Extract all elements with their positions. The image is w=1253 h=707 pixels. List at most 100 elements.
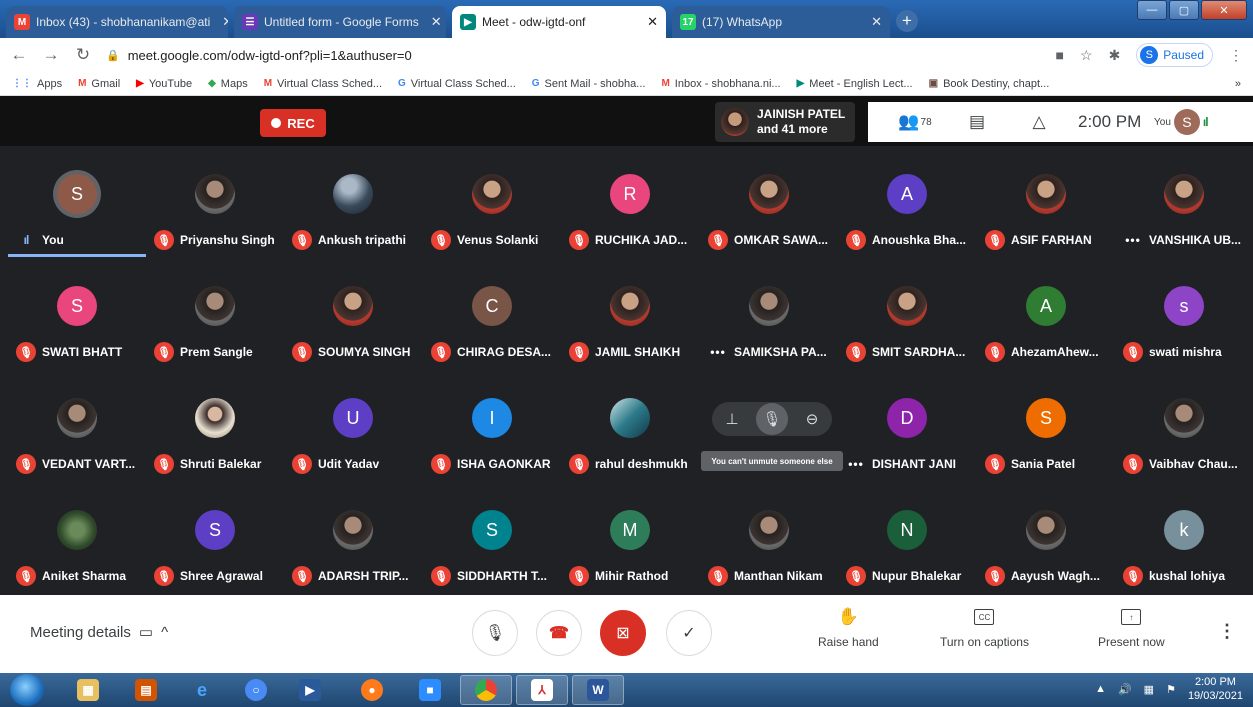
- volume-icon[interactable]: 🔊: [1118, 683, 1132, 696]
- leave-call-button[interactable]: ☎: [536, 610, 582, 656]
- url-text[interactable]: meet.google.com/odw-igtd-onf?pli=1&authu…: [128, 48, 412, 63]
- bookmark-item[interactable]: G Sent Mail - shobha...: [532, 78, 646, 90]
- participant-tile[interactable]: 🎙 Aniket Sharma: [8, 488, 146, 588]
- taskbar-zoom[interactable]: ■: [404, 675, 456, 705]
- participant-tile[interactable]: k 🎙 kushal lohiya: [1115, 488, 1253, 588]
- taskbar-firefox[interactable]: ●: [346, 675, 398, 705]
- bookmarks-overflow-icon[interactable]: »: [1235, 78, 1241, 90]
- participant-tile[interactable]: 🎙 Vaibhav Chau...: [1115, 376, 1253, 476]
- raise-hand-button[interactable]: ✋ Raise hand: [818, 605, 879, 649]
- participant-tile[interactable]: 🎙 Ankush tripathi: [284, 152, 422, 252]
- participant-tile[interactable]: R 🎙 RUCHIKA JAD...: [561, 152, 699, 252]
- taskbar-chrome[interactable]: [460, 675, 512, 705]
- browser-tab[interactable]: M Inbox (43) - shobhananikam@ati ✕: [6, 6, 228, 38]
- browser-tab[interactable]: ▶ Meet - odw-igtd-onf ✕: [452, 6, 666, 38]
- menu-icon[interactable]: ⋮: [1229, 47, 1243, 64]
- participant-tile[interactable]: 🎙 Venus Solanki: [423, 152, 561, 252]
- participant-tile[interactable]: ••• SAMIKSHA PA...: [700, 264, 838, 364]
- tab-close-icon[interactable]: ✕: [425, 14, 442, 30]
- network-icon[interactable]: ▦: [1144, 683, 1154, 696]
- tab-close-icon[interactable]: ✕: [216, 14, 228, 30]
- participant-tile[interactable]: 🎙 OMKAR SAWA...: [700, 152, 838, 252]
- participant-tile[interactable]: C 🎙 CHIRAG DESA...: [423, 264, 561, 364]
- people-button[interactable]: 👥 78: [884, 112, 946, 132]
- tab-close-icon[interactable]: ✕: [641, 14, 658, 30]
- taskbar-acrobat[interactable]: ⅄: [516, 675, 568, 705]
- taskbar-clock[interactable]: 2:00 PM 19/03/2021: [1188, 675, 1243, 703]
- pin-icon[interactable]: ⊥: [716, 403, 748, 435]
- address-bar[interactable]: 🔒 meet.google.com/odw-igtd-onf?pli=1&aut…: [106, 42, 1042, 68]
- taskbar-word[interactable]: W: [572, 675, 624, 705]
- participant-tile[interactable]: 🎙 rahul deshmukh: [561, 376, 699, 476]
- taskbar-sheets[interactable]: ▤: [120, 675, 172, 705]
- participant-tile[interactable]: 🎙 Prem Sangle: [146, 264, 284, 364]
- participant-tile[interactable]: S 🎙 SWATI BHATT: [8, 264, 146, 364]
- participant-tile[interactable]: M 🎙 Mihir Rathod: [561, 488, 699, 588]
- taskbar-player[interactable]: ▶: [284, 675, 336, 705]
- participant-tile[interactable]: 🎙 VEDANT VART...: [8, 376, 146, 476]
- participant-tile[interactable]: Sıl You: [8, 152, 146, 252]
- forward-icon[interactable]: →: [42, 45, 60, 65]
- camera-button[interactable]: ⊠: [600, 610, 646, 656]
- tray-expand-icon[interactable]: ▲: [1095, 683, 1106, 695]
- chat-button[interactable]: ▤: [946, 112, 1008, 132]
- taskbar-chromium[interactable]: ○: [230, 675, 282, 705]
- back-icon[interactable]: ←: [10, 45, 28, 65]
- bookmark-item[interactable]: G Virtual Class Sched...: [398, 78, 516, 90]
- bookmark-item[interactable]: M Virtual Class Sched...: [264, 78, 382, 90]
- more-options-icon[interactable]: ⋮: [1218, 621, 1236, 642]
- profile-button[interactable]: S Paused: [1136, 43, 1213, 67]
- new-tab-button[interactable]: +: [896, 10, 918, 32]
- present-button[interactable]: ↑ Present now: [1098, 605, 1165, 649]
- bookmark-item[interactable]: ◆ Maps: [208, 78, 248, 90]
- bookmark-item[interactable]: M Inbox - shobhana.ni...: [661, 78, 780, 90]
- participant-tile[interactable]: 🎙 ADARSH TRIP...: [284, 488, 422, 588]
- browser-tab[interactable]: ☰ Untitled form - Google Forms ✕: [234, 6, 446, 38]
- reload-icon[interactable]: ↻: [74, 45, 92, 65]
- check-button[interactable]: ✓: [666, 610, 712, 656]
- meeting-details-button[interactable]: Meeting details ▭ ^: [30, 623, 168, 642]
- participant-tile[interactable]: D ••• DISHANT JANI: [838, 376, 976, 476]
- participant-tile[interactable]: N 🎙 Nupur Bhalekar: [838, 488, 976, 588]
- start-button[interactable]: [10, 674, 44, 706]
- participant-tile[interactable]: S 🎙 Sania Patel: [977, 376, 1115, 476]
- participant-tile[interactable]: 🎙 Aayush Wagh...: [977, 488, 1115, 588]
- camera-icon[interactable]: ■: [1056, 47, 1064, 63]
- participant-tile[interactable]: 🎙 Shruti Balekar: [146, 376, 284, 476]
- taskbar-explorer[interactable]: ▦: [62, 675, 114, 705]
- mic-off-icon[interactable]: 🎙: [756, 403, 788, 435]
- taskbar-ie[interactable]: e: [176, 675, 228, 705]
- participant-tile[interactable]: 🎙 SOUMYA SINGH: [284, 264, 422, 364]
- extensions-icon[interactable]: ✱: [1109, 47, 1121, 64]
- remove-icon[interactable]: ⊖: [796, 403, 828, 435]
- star-icon[interactable]: ☆: [1080, 47, 1093, 64]
- participant-tile[interactable]: 🎙 ASIF FARHAN: [977, 152, 1115, 252]
- participant-tile[interactable]: U 🎙 Udit Yadav: [284, 376, 422, 476]
- participant-tile[interactable]: A 🎙 AhezamAhew...: [977, 264, 1115, 364]
- participant-tile[interactable]: s 🎙 swati mishra: [1115, 264, 1253, 364]
- participant-tile[interactable]: 🎙 Priyanshu Singh: [146, 152, 284, 252]
- bookmark-item[interactable]: ▣ Book Destiny, chapt...: [929, 78, 1050, 90]
- participant-tile[interactable]: I 🎙 ISHA GAONKAR: [423, 376, 561, 476]
- participant-tile[interactable]: 🎙 Manthan Nikam: [700, 488, 838, 588]
- participant-tile[interactable]: A 🎙 Anoushka Bha...: [838, 152, 976, 252]
- participant-tile[interactable]: 🎙 SMIT SARDHA...: [838, 264, 976, 364]
- captions-button[interactable]: CC Turn on captions: [940, 605, 1029, 649]
- minimize-button[interactable]: —: [1137, 0, 1167, 20]
- activities-button[interactable]: △: [1008, 112, 1070, 132]
- close-window-button[interactable]: ✕: [1201, 0, 1247, 20]
- mic-button[interactable]: 🎙: [472, 610, 518, 656]
- participant-tile[interactable]: S 🎙 SIDDHARTH T...: [423, 488, 561, 588]
- participant-tile[interactable]: S 🎙 Shree Agrawal: [146, 488, 284, 588]
- flag-icon[interactable]: ⚑: [1166, 683, 1176, 696]
- participant-tile[interactable]: ••• VANSHIKA UB...: [1115, 152, 1253, 252]
- bookmark-item[interactable]: ▶ Meet - English Lect...: [797, 78, 913, 90]
- participant-tile[interactable]: 🎙 JAMIL SHAIKH: [561, 264, 699, 364]
- browser-tab[interactable]: 17 (17) WhatsApp ✕: [672, 6, 890, 38]
- bookmark-item[interactable]: ▶ YouTube: [136, 78, 192, 90]
- bookmark-item[interactable]: ⋮⋮ Apps: [12, 78, 62, 90]
- maximize-button[interactable]: ▢: [1169, 0, 1199, 20]
- self-view-button[interactable]: You S ıl: [1154, 109, 1208, 135]
- tab-close-icon[interactable]: ✕: [865, 14, 882, 30]
- bookmark-item[interactable]: M Gmail: [78, 78, 120, 90]
